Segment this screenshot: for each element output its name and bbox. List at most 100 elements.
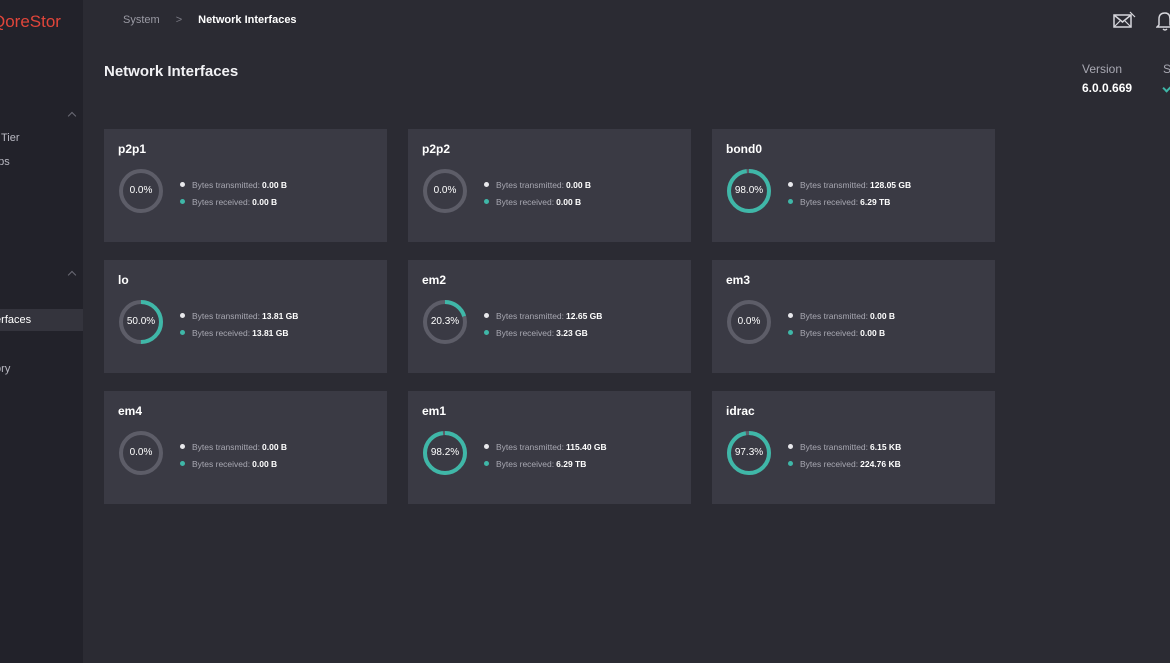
transmitted-label: Bytes transmitted: [496, 179, 565, 190]
transmitted-label: Bytes transmitted: [192, 441, 261, 452]
received-value: 0.00 B [252, 196, 278, 207]
usage-percent: 97.3% [734, 447, 764, 458]
interface-card-bond0[interactable]: bond0 98.0% Bytes transmitted: 128.05 GB Byt… [712, 129, 995, 242]
usage-percent: 0.0% [129, 447, 153, 458]
interface-name: em3 [726, 273, 751, 287]
usage-ring: 50.0% [117, 298, 165, 346]
traffic-stats: Bytes transmitted: 12.65 GB Bytes received… [484, 307, 602, 341]
version-info: Version 6.0.0.669 [1082, 62, 1132, 95]
interface-grid: p2p1 0.0% Bytes transmitted: 0.00 B Bytes re… [104, 129, 995, 504]
sidebar-item-groups[interactable]: ups [0, 151, 83, 173]
received-dot [180, 330, 185, 335]
chevron-up-icon[interactable] [67, 111, 77, 121]
transmitted-dot [180, 182, 185, 187]
header-actions [1112, 10, 1170, 32]
transmitted-row: Bytes transmitted: 0.00 B [788, 307, 895, 324]
transmitted-row: Bytes transmitted: 115.40 GB [484, 438, 607, 455]
interface-name: em2 [422, 273, 447, 287]
received-dot [180, 199, 185, 204]
transmitted-dot [788, 182, 793, 187]
received-label: Bytes received: [800, 458, 859, 469]
transmitted-label: Bytes transmitted: [192, 179, 261, 190]
check-icon [1162, 81, 1170, 93]
transmitted-label: Bytes transmitted: [800, 441, 869, 452]
received-dot [180, 461, 185, 466]
usage-ring: 97.3% [725, 429, 773, 477]
breadcrumb: System > Network Interfaces [123, 14, 297, 26]
transmitted-value: 0.00 B [566, 179, 592, 190]
received-value: 0.00 B [556, 196, 582, 207]
received-row: Bytes received: 0.00 B [484, 193, 591, 210]
chevron-up-icon[interactable] [67, 270, 77, 280]
received-value: 6.29 TB [556, 458, 587, 469]
interface-card-p2p2[interactable]: p2p2 0.0% Bytes transmitted: 0.00 B Bytes re… [408, 129, 691, 242]
interface-card-em2[interactable]: em2 20.3% Bytes transmitted: 12.65 GB Bytes … [408, 260, 691, 373]
transmitted-dot [788, 313, 793, 318]
usage-ring: 0.0% [117, 429, 165, 477]
transmitted-label: Bytes transmitted: [800, 179, 869, 190]
mail-icon[interactable] [1112, 10, 1136, 32]
traffic-stats: Bytes transmitted: 0.00 B Bytes received: 0… [484, 176, 591, 210]
sidebar-item-network-interfaces[interactable]: terfaces [0, 309, 83, 331]
interface-card-em1[interactable]: em1 98.2% Bytes transmitted: 115.40 GB Bytes… [408, 391, 691, 504]
received-row: Bytes received: 0.00 B [180, 455, 287, 472]
interface-name: em1 [422, 404, 447, 418]
received-dot [788, 461, 793, 466]
transmitted-row: Bytes transmitted: 0.00 B [484, 176, 591, 193]
interface-card-p2p1[interactable]: p2p1 0.0% Bytes transmitted: 0.00 B Bytes re… [104, 129, 387, 242]
received-dot [484, 461, 489, 466]
received-label: Bytes received: [800, 327, 859, 338]
app-root: QoreStor e Tier ups terfaces tory System… [0, 0, 1170, 663]
transmitted-value: 6.15 KB [870, 441, 902, 452]
received-row: Bytes received: 0.00 B [180, 193, 287, 210]
traffic-stats: Bytes transmitted: 13.81 GB Bytes received… [180, 307, 298, 341]
app-logo[interactable]: QoreStor [0, 12, 61, 32]
received-row: Bytes received: 6.29 TB [484, 455, 607, 472]
received-row: Bytes received: 0.00 B [788, 324, 895, 341]
interface-card-em4[interactable]: em4 0.0% Bytes transmitted: 0.00 B Bytes rec… [104, 391, 387, 504]
transmitted-dot [180, 313, 185, 318]
status-label: S [1163, 62, 1170, 76]
usage-percent: 0.0% [737, 316, 761, 327]
interface-name: em4 [118, 404, 143, 418]
status-info: S [1162, 62, 1170, 93]
breadcrumb-system[interactable]: System [123, 14, 160, 26]
usage-percent: 0.0% [433, 185, 457, 196]
received-dot [788, 199, 793, 204]
received-value: 0.00 B [860, 327, 886, 338]
sidebar-item-history[interactable]: tory [0, 358, 83, 380]
traffic-stats: Bytes transmitted: 6.15 KB Bytes received:… [788, 438, 901, 472]
received-label: Bytes received: [192, 327, 251, 338]
received-row: Bytes received: 13.81 GB [180, 324, 298, 341]
transmitted-dot [484, 182, 489, 187]
transmitted-row: Bytes transmitted: 13.81 GB [180, 307, 298, 324]
bell-icon[interactable] [1155, 10, 1170, 32]
interface-card-em3[interactable]: em3 0.0% Bytes transmitted: 0.00 B Bytes rec… [712, 260, 995, 373]
breadcrumb-current: Network Interfaces [198, 14, 297, 26]
usage-percent: 98.0% [734, 185, 764, 196]
usage-ring: 98.2% [421, 429, 469, 477]
received-value: 224.76 KB [860, 458, 901, 469]
received-dot [788, 330, 793, 335]
transmitted-value: 0.00 B [262, 179, 288, 190]
sidebar: QoreStor e Tier ups terfaces tory [0, 0, 83, 663]
transmitted-dot [180, 444, 185, 449]
received-row: Bytes received: 3.23 GB [484, 324, 602, 341]
breadcrumb-separator: > [175, 14, 183, 26]
traffic-stats: Bytes transmitted: 0.00 B Bytes received: 0… [180, 438, 287, 472]
interface-name: idrac [726, 404, 755, 418]
usage-ring: 20.3% [421, 298, 469, 346]
interface-card-idrac[interactable]: idrac 97.3% Bytes transmitted: 6.15 KB Bytes… [712, 391, 995, 504]
sidebar-item-cloud-tier[interactable]: e Tier [0, 127, 83, 149]
transmitted-row: Bytes transmitted: 12.65 GB [484, 307, 602, 324]
received-value: 0.00 B [252, 458, 278, 469]
received-value: 3.23 GB [556, 327, 588, 338]
transmitted-label: Bytes transmitted: [192, 310, 261, 321]
transmitted-row: Bytes transmitted: 128.05 GB [788, 176, 911, 193]
usage-percent: 20.3% [430, 316, 460, 327]
page-title: Network Interfaces [104, 63, 239, 80]
interface-card-lo[interactable]: lo 50.0% Bytes transmitted: 13.81 GB Bytes r… [104, 260, 387, 373]
received-label: Bytes received: [192, 458, 251, 469]
transmitted-value: 13.81 GB [262, 310, 299, 321]
interface-name: p2p1 [118, 142, 147, 156]
